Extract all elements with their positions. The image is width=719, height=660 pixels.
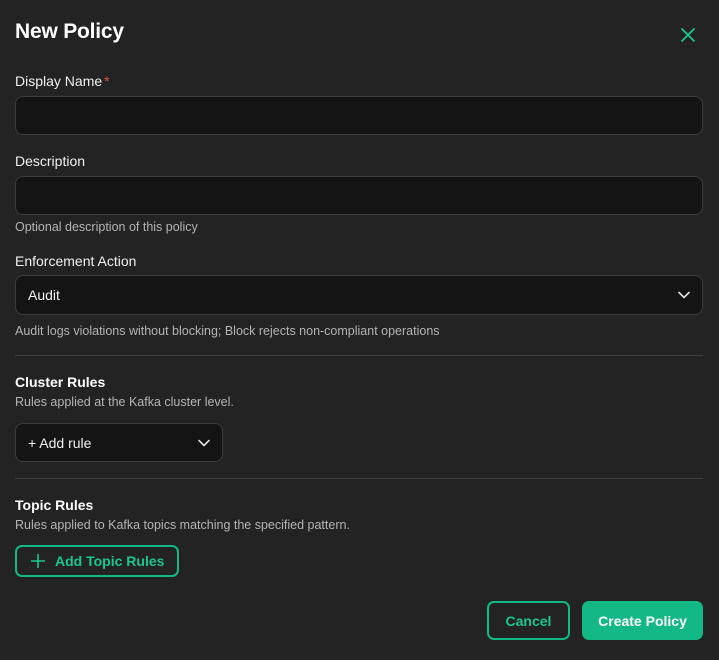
create-policy-button[interactable]: Create Policy bbox=[582, 601, 703, 640]
chevron-down-icon bbox=[198, 439, 210, 446]
enforcement-action-value: Audit bbox=[28, 287, 60, 303]
description-input[interactable] bbox=[15, 176, 703, 215]
description-help-text: Optional description of this policy bbox=[15, 220, 198, 234]
enforcement-help-text: Audit logs violations without blocking; … bbox=[15, 324, 440, 338]
close-button[interactable] bbox=[678, 25, 698, 45]
display-name-label: Display Name * bbox=[15, 73, 110, 89]
new-policy-dialog: New Policy Display Name * Description Opt… bbox=[0, 0, 719, 660]
topic-rules-subtitle: Rules applied to Kafka topics matching t… bbox=[15, 518, 350, 532]
cluster-rules-title: Cluster Rules bbox=[15, 374, 106, 390]
display-name-label-text: Display Name bbox=[15, 73, 103, 89]
required-marker: * bbox=[104, 73, 110, 89]
topic-rules-title: Topic Rules bbox=[15, 497, 94, 513]
enforcement-action-label: Enforcement Action bbox=[15, 253, 137, 269]
add-cluster-rule-select[interactable]: + Add rule bbox=[15, 423, 223, 462]
enforcement-action-select[interactable]: Audit bbox=[15, 275, 703, 315]
dialog-title: New Policy bbox=[15, 20, 124, 43]
cluster-rules-subtitle: Rules applied at the Kafka cluster level… bbox=[15, 395, 234, 409]
display-name-input[interactable] bbox=[15, 96, 703, 135]
close-icon bbox=[681, 28, 695, 42]
plus-icon bbox=[31, 554, 45, 568]
section-divider bbox=[15, 355, 703, 356]
add-topic-rules-label: Add Topic Rules bbox=[55, 553, 165, 569]
cancel-button[interactable]: Cancel bbox=[487, 601, 570, 640]
add-topic-rules-button[interactable]: Add Topic Rules bbox=[15, 545, 179, 577]
add-rule-label: + Add rule bbox=[28, 434, 92, 451]
chevron-down-icon bbox=[678, 291, 690, 299]
section-divider bbox=[15, 478, 703, 479]
description-label: Description bbox=[15, 153, 86, 169]
